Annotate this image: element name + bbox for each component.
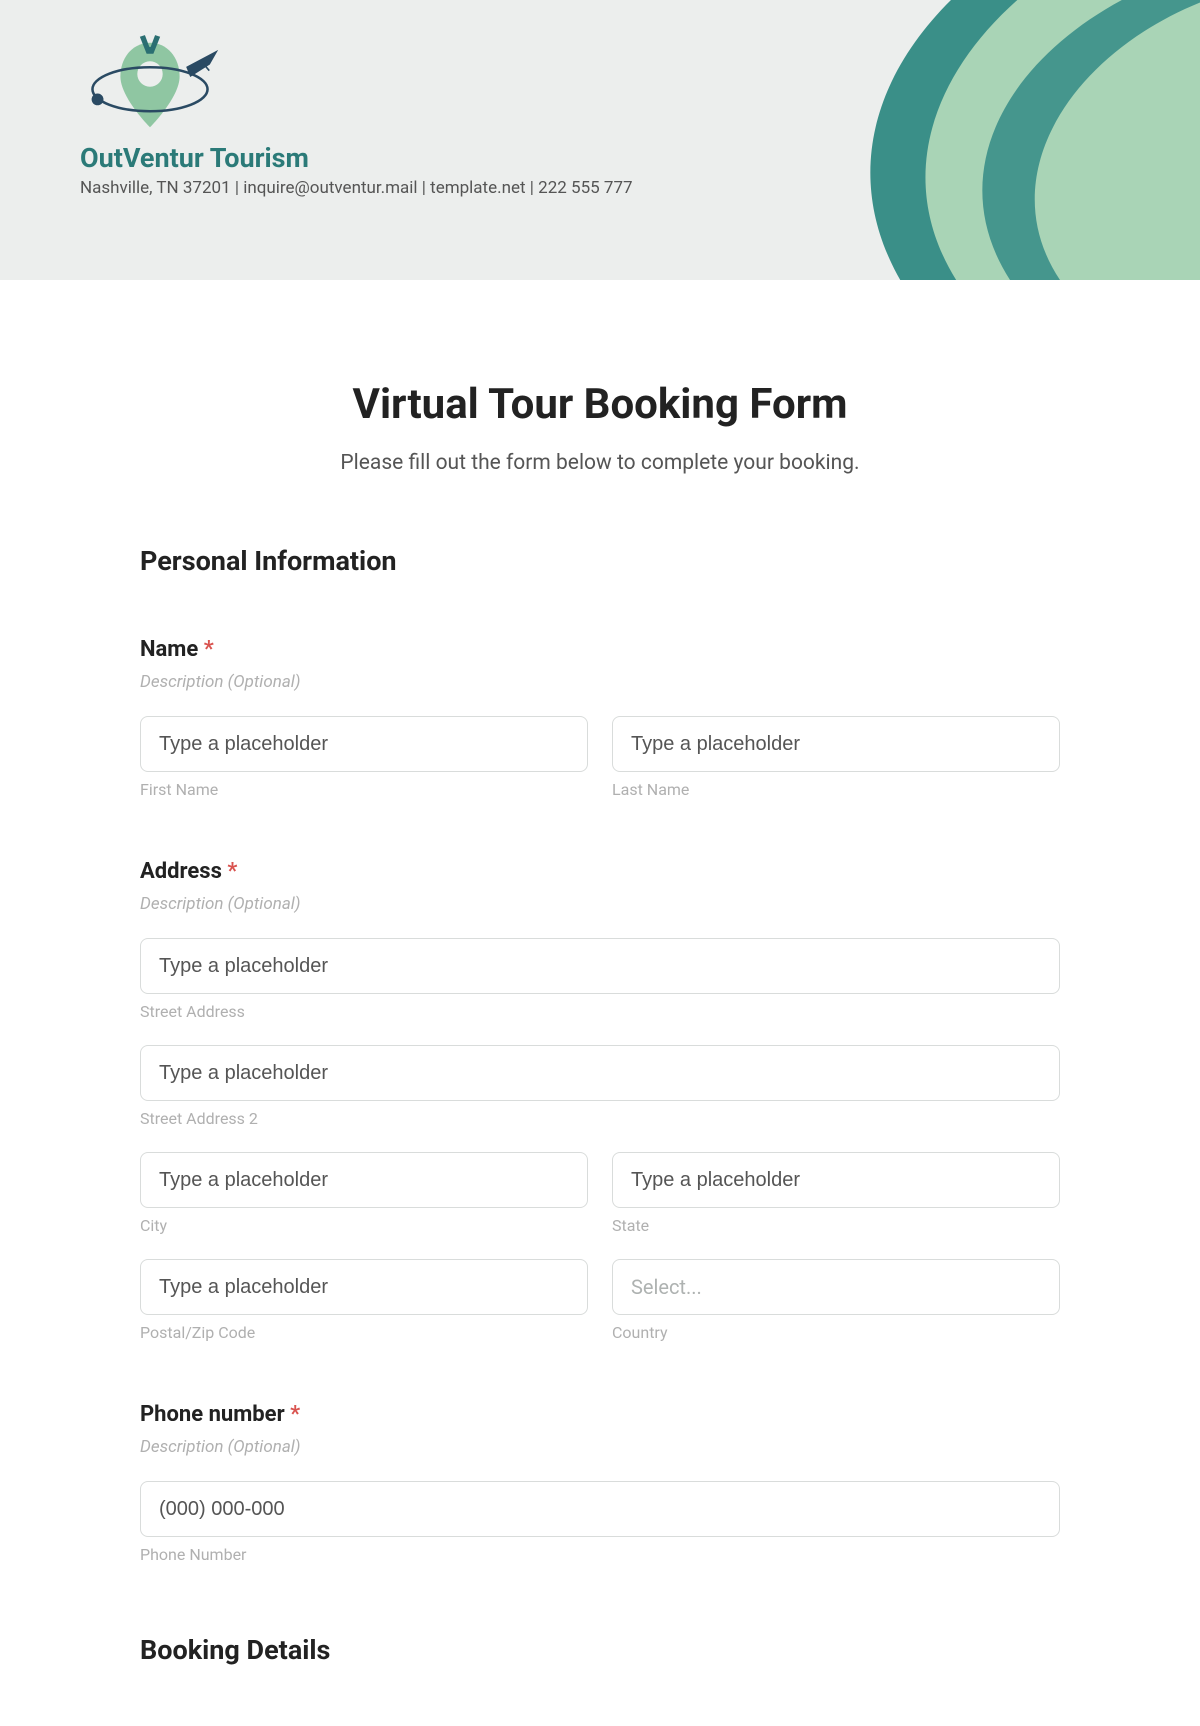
brand-block: OutVentur Tourism Nashville, TN 37201 | … bbox=[80, 30, 1120, 198]
city-input[interactable] bbox=[140, 1152, 588, 1208]
required-asterisk: * bbox=[204, 637, 214, 662]
last-name-sublabel: Last Name bbox=[612, 780, 1060, 799]
phone-number-input[interactable] bbox=[140, 1481, 1060, 1537]
brand-subline: Nashville, TN 37201 | inquire@outventur.… bbox=[80, 178, 1120, 198]
form-title: Virtual Tour Booking Form bbox=[140, 380, 1060, 429]
phone-field-block: Phone number * Description (Optional) Ph… bbox=[140, 1402, 1060, 1564]
street-address-2-input[interactable] bbox=[140, 1045, 1060, 1101]
street-address-input[interactable] bbox=[140, 938, 1060, 994]
name-description: Description (Optional) bbox=[140, 672, 1060, 692]
section-booking-details: Booking Details bbox=[140, 1634, 1060, 1666]
header-band: OutVentur Tourism Nashville, TN 37201 | … bbox=[0, 0, 1200, 280]
address-label: Address * bbox=[140, 859, 1060, 884]
street-address-2-sublabel: Street Address 2 bbox=[140, 1109, 1060, 1128]
section-personal-information: Personal Information bbox=[140, 545, 1060, 577]
country-select-placeholder: Select... bbox=[631, 1275, 702, 1299]
street-address-sublabel: Street Address bbox=[140, 1002, 1060, 1021]
address-field-block: Address * Description (Optional) Street … bbox=[140, 859, 1060, 1342]
country-select[interactable]: Select... bbox=[612, 1259, 1060, 1315]
postal-code-input[interactable] bbox=[140, 1259, 588, 1315]
phone-number-sublabel: Phone Number bbox=[140, 1545, 1060, 1564]
last-name-input[interactable] bbox=[612, 716, 1060, 772]
first-name-input[interactable] bbox=[140, 716, 588, 772]
phone-label-text: Phone number bbox=[140, 1402, 285, 1427]
country-sublabel: Country bbox=[612, 1323, 1060, 1342]
first-name-sublabel: First Name bbox=[140, 780, 588, 799]
state-sublabel: State bbox=[612, 1216, 1060, 1235]
name-label: Name * bbox=[140, 637, 1060, 662]
name-field-block: Name * Description (Optional) First Name… bbox=[140, 637, 1060, 799]
brand-logo-icon bbox=[80, 30, 220, 140]
state-input[interactable] bbox=[612, 1152, 1060, 1208]
name-label-text: Name bbox=[140, 637, 198, 662]
form-page: Virtual Tour Booking Form Please fill ou… bbox=[140, 280, 1060, 1726]
phone-label: Phone number * bbox=[140, 1402, 1060, 1427]
form-subtitle: Please fill out the form below to comple… bbox=[140, 451, 1060, 475]
address-description: Description (Optional) bbox=[140, 894, 1060, 914]
postal-code-sublabel: Postal/Zip Code bbox=[140, 1323, 588, 1342]
required-asterisk: * bbox=[227, 859, 237, 884]
phone-description: Description (Optional) bbox=[140, 1437, 1060, 1457]
city-sublabel: City bbox=[140, 1216, 588, 1235]
address-label-text: Address bbox=[140, 859, 222, 884]
required-asterisk: * bbox=[290, 1402, 300, 1427]
brand-name: OutVentur Tourism bbox=[80, 142, 1120, 174]
